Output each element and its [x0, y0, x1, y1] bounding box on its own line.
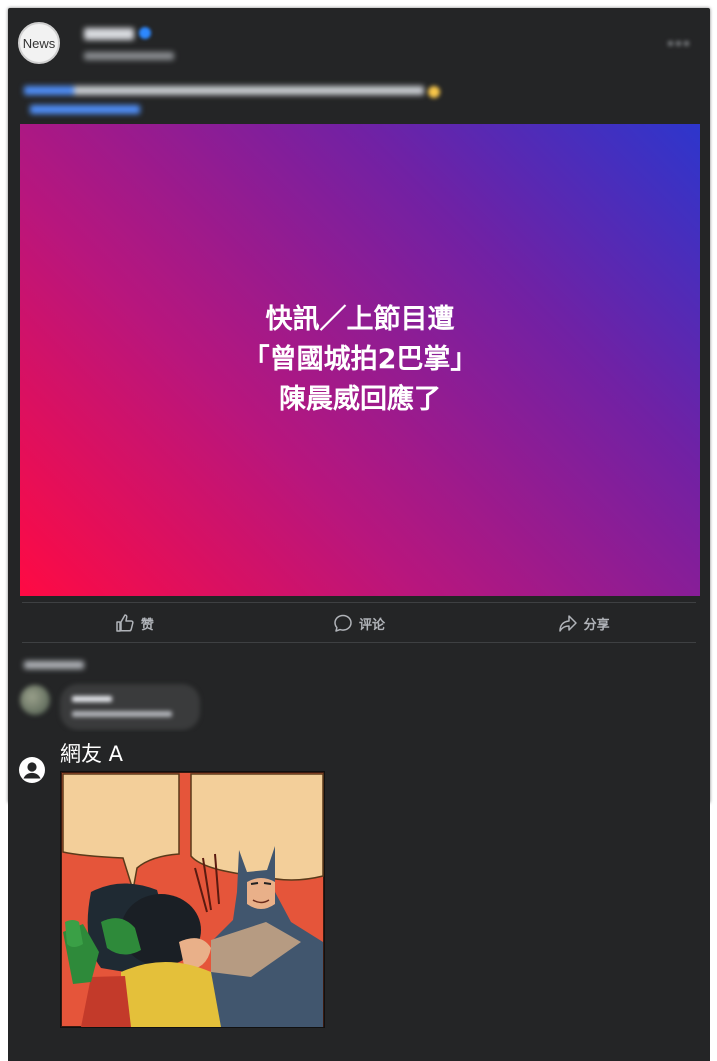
like-label: 赞 — [140, 617, 154, 633]
post-hashtag-redacted[interactable] — [30, 105, 140, 114]
share-label: 分享 — [583, 617, 610, 633]
headline-text: 快訊／上節目遭 「曾國城拍2巴掌」 陳晨威回應了 — [243, 300, 478, 420]
actions-bottom-divider — [22, 642, 696, 643]
comment-bubble-icon — [333, 613, 353, 633]
like-button[interactable]: 赞 — [22, 604, 247, 642]
post-actions-bar: 赞 评论 分享 — [22, 604, 696, 642]
headline-line-1: 快訊／上節目遭 — [265, 304, 455, 335]
share-arrow-icon — [558, 613, 578, 633]
post-timestamp-redacted[interactable] — [84, 52, 174, 60]
actions-top-divider — [22, 602, 696, 603]
person-circle-icon — [18, 756, 46, 784]
headline-line-2: 「曾國城拍2巴掌」 — [242, 344, 478, 375]
comment-label: 评论 — [359, 617, 386, 633]
screenshot-canvas: News 快訊／上節目遭 「曾國城拍2巴掌」 陳晨威回應了 赞 评论 分享 網友… — [0, 0, 717, 1061]
post-caption-redacted — [24, 86, 424, 95]
thumbs-up-icon — [115, 613, 135, 633]
commenter-avatar-redacted[interactable] — [20, 685, 50, 715]
verified-badge-icon — [139, 27, 151, 39]
page-name-redacted[interactable] — [84, 28, 134, 40]
batman-slap-meme-image[interactable] — [60, 771, 325, 1028]
comment-sort-redacted[interactable] — [24, 661, 84, 669]
share-button[interactable]: 分享 — [471, 604, 696, 642]
comment-button[interactable]: 评论 — [247, 604, 472, 642]
netizen-name: 網友 A — [60, 742, 124, 766]
netizen-reply: 網友 A — [8, 732, 710, 1061]
page-avatar[interactable]: News — [18, 22, 60, 64]
headline-line-3: 陳晨威回應了 — [278, 384, 441, 415]
page-avatar-label: News — [22, 35, 56, 51]
facebook-post-card: News 快訊／上節目遭 「曾國城拍2巴掌」 陳晨威回應了 赞 评论 分享 — [8, 8, 710, 803]
comment-bubble-redacted — [60, 684, 200, 730]
emoji-icon — [428, 86, 440, 98]
more-options-icon[interactable] — [668, 41, 692, 47]
headline-banner[interactable]: 快訊／上節目遭 「曾國城拍2巴掌」 陳晨威回應了 — [20, 124, 700, 596]
meme-illustration — [61, 772, 324, 1027]
